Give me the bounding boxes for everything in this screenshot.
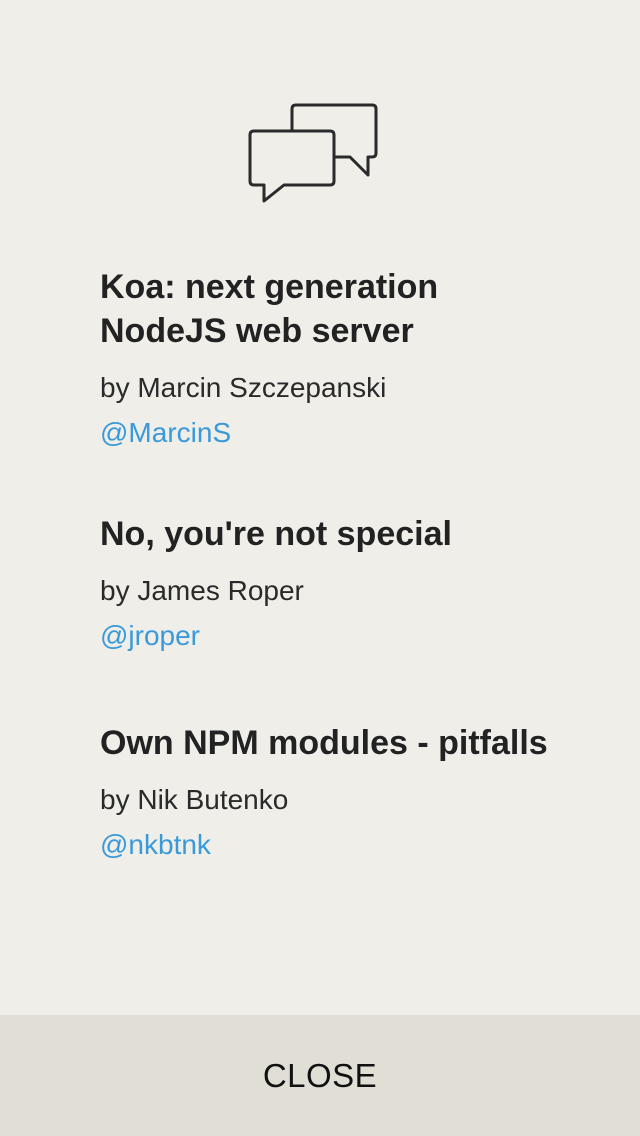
talk-twitter-handle[interactable]: @MarcinS	[100, 416, 231, 450]
talk-twitter-handle[interactable]: @jroper	[100, 619, 200, 653]
talk-twitter-handle[interactable]: @nkbtnk	[100, 828, 211, 862]
talk-title: Koa: next generation NodeJS web server	[100, 268, 439, 350]
talk-author: by James Roper	[100, 575, 304, 606]
chat-bubbles-icon	[248, 103, 378, 203]
talk-item[interactable]: Own NPM modules - pitfalls by Nik Butenk…	[100, 721, 570, 862]
close-button-label: CLOSE	[262, 1056, 378, 1094]
talk-title: No, you're not special	[100, 515, 452, 553]
close-button[interactable]: CLOSE	[0, 1015, 640, 1136]
talk-item[interactable]: No, you're not special by James Roper @j…	[100, 512, 570, 653]
talk-author: by Marcin Szczepanski	[100, 372, 387, 403]
talk-item[interactable]: Koa: next generation NodeJS web server b…	[100, 265, 570, 450]
talk-author: by Nik Butenko	[100, 784, 289, 815]
talks-screen: Koa: next generation NodeJS web server b…	[0, 0, 640, 1136]
talk-title: Own NPM modules - pitfalls	[100, 724, 548, 762]
